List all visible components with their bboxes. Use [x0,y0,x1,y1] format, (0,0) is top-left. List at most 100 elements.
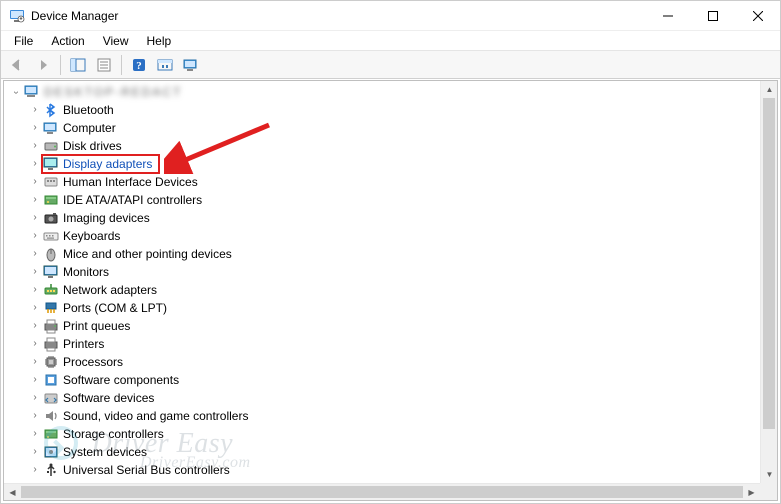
tree-item-ports[interactable]: › Ports (COM & LPT) [4,299,760,317]
scroll-right-button[interactable]: ▶ [743,484,760,501]
maximize-button[interactable] [690,1,735,31]
scroll-track-vertical[interactable] [761,98,777,466]
toolbar-separator [121,55,122,75]
chevron-right-icon[interactable]: › [29,374,41,385]
chevron-right-icon[interactable]: › [29,338,41,349]
chevron-down-icon[interactable]: › [11,86,22,98]
tree-item-label: Bluetooth [63,103,114,117]
keyboard-icon [43,228,59,244]
bluetooth-icon [43,102,59,118]
tree-item-label: IDE ATA/ATAPI controllers [63,193,202,207]
tree-item-keyboard[interactable]: ›Keyboards [4,227,760,245]
tree-item-disk[interactable]: ›Disk drives [4,137,760,155]
scroll-up-button[interactable]: ▲ [761,81,778,98]
imaging-icon [43,210,59,226]
system-icon [43,444,59,460]
menu-view[interactable]: View [94,33,138,49]
chevron-right-icon[interactable]: › [29,266,41,277]
tree-item-label: Printers [63,337,104,351]
chevron-right-icon[interactable]: › [29,140,41,151]
tree-item-hid[interactable]: ›Human Interface Devices [4,173,760,191]
chevron-right-icon[interactable]: › [29,176,41,187]
tree-item-storage[interactable]: ›Storage controllers [4,425,760,443]
chevron-right-icon[interactable]: › [29,446,41,457]
tree-item-usb[interactable]: ›Universal Serial Bus controllers [4,461,760,479]
scroll-left-button[interactable]: ◀ [4,484,21,501]
show-hide-console-tree-button[interactable] [66,53,90,77]
menu-action[interactable]: Action [42,33,93,49]
menu-help[interactable]: Help [138,33,181,49]
display-icon [43,156,59,172]
forward-button[interactable] [31,53,55,77]
window-controls [645,1,780,31]
storage-icon [43,426,59,442]
chevron-right-icon[interactable]: › [29,194,41,205]
printqueue-icon [43,318,59,334]
computer-icon [43,120,59,136]
ports-icon [43,300,59,316]
minimize-button[interactable] [645,1,690,31]
computer-root-icon [24,84,40,100]
tree-item-label: Ports (COM & LPT) [63,301,167,315]
tree-item-display[interactable]: ›Display adapters [4,155,760,173]
toolbar: ? [1,51,780,79]
chevron-right-icon[interactable]: › [29,248,41,259]
menu-file[interactable]: File [5,33,42,49]
chevron-right-icon[interactable]: › [29,212,41,223]
help-button[interactable]: ? [127,53,151,77]
scroll-down-button[interactable]: ▼ [761,466,778,483]
highlighted-item: Display adapters [41,154,160,174]
chevron-right-icon[interactable]: › [29,410,41,421]
back-button[interactable] [5,53,29,77]
tree-item-label: Network adapters [63,283,157,297]
tree-item-network[interactable]: › Network adapters [4,281,760,299]
chevron-right-icon[interactable]: › [29,284,41,295]
chevron-right-icon[interactable]: › [29,320,41,331]
tree-item-printqueue[interactable]: ›Print queues [4,317,760,335]
chevron-right-icon[interactable]: › [29,464,41,475]
tree-item-bluetooth[interactable]: › Bluetooth [4,101,760,119]
usb-icon [43,462,59,478]
close-button[interactable] [735,1,780,31]
tree-item-label: Mice and other pointing devices [63,247,232,261]
chevron-right-icon[interactable]: › [29,122,41,133]
tree-item-ide[interactable]: › IDE ATA/ATAPI controllers [4,191,760,209]
tree-item-system[interactable]: ›System devices [4,443,760,461]
tree-item-swdev[interactable]: ›Software devices [4,389,760,407]
network-icon [43,282,59,298]
tree-item-label: Processors [63,355,123,369]
root-node-label: DESKTOP-REDACT [44,85,182,99]
ide-icon [43,192,59,208]
chevron-right-icon[interactable]: › [29,356,41,367]
devices-view-button[interactable] [179,53,203,77]
window-title: Device Manager [31,9,645,23]
chevron-right-icon[interactable]: › [29,230,41,241]
tree-item-sound[interactable]: ›Sound, video and game controllers [4,407,760,425]
tree-item-printer[interactable]: › Printers [4,335,760,353]
scroll-thumb-horizontal[interactable] [21,486,743,498]
swdev-icon [43,390,59,406]
scroll-corner [760,483,777,500]
tree-item-swcomp[interactable]: ›Software components [4,371,760,389]
chevron-right-icon[interactable]: › [29,158,41,169]
mouse-icon [43,246,59,262]
scroll-thumb-vertical[interactable] [763,98,775,429]
tree-item-computer[interactable]: ›Computer [4,119,760,137]
scroll-track-horizontal[interactable] [21,484,743,500]
tree-item-imaging[interactable]: ›Imaging devices [4,209,760,227]
chevron-right-icon[interactable]: › [29,428,41,439]
vertical-scrollbar[interactable]: ▲ ▼ [760,81,777,483]
tree-item-mouse[interactable]: › Mice and other pointing devices [4,245,760,263]
tree-root-node[interactable]: › DESKTOP-REDACT [4,83,760,101]
app-icon [9,8,25,24]
chevron-right-icon[interactable]: › [29,302,41,313]
tree-item-monitor[interactable]: ›Monitors [4,263,760,281]
device-tree[interactable]: › DESKTOP-REDACT ›Bluetooth›Computer›Dis… [4,81,760,483]
tree-item-cpu[interactable]: › Processors [4,353,760,371]
chevron-right-icon[interactable]: › [29,104,41,115]
horizontal-scrollbar[interactable]: ◀ ▶ [4,483,760,500]
properties-button[interactable] [92,53,116,77]
scan-hardware-button[interactable] [153,53,177,77]
chevron-right-icon[interactable]: › [29,392,41,403]
sound-icon [43,408,59,424]
